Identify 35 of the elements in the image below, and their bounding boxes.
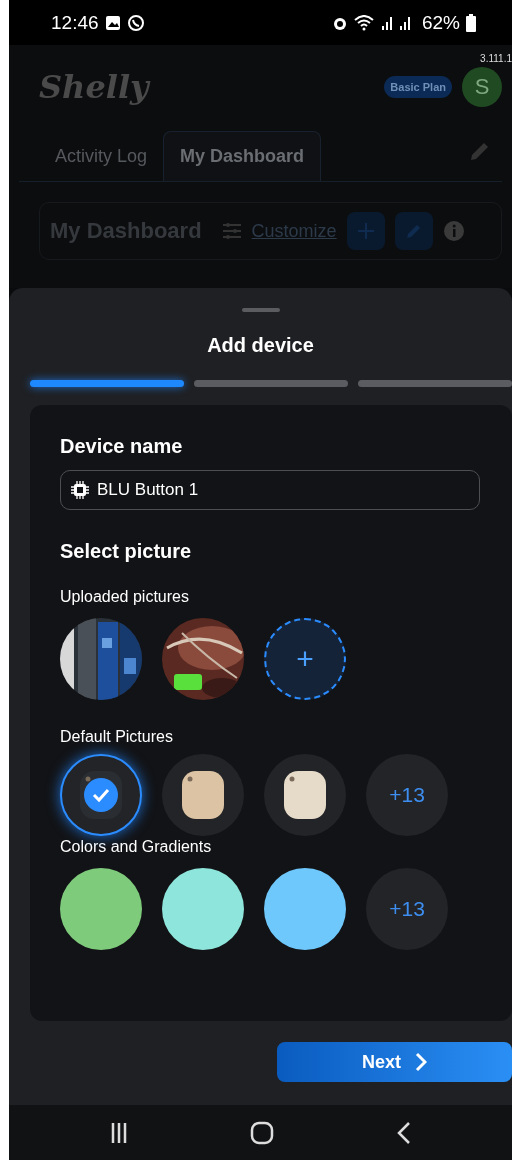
group-label: Default Pictures — [60, 728, 174, 746]
tab[interactable]: Activity Log — [39, 132, 164, 181]
plus-icon — [356, 222, 375, 240]
pencil-icon — [404, 222, 423, 240]
tab[interactable]: My Dashboard — [163, 131, 322, 181]
chevron-right-icon — [415, 1052, 427, 1072]
next-button[interactable]: Next — [277, 1042, 512, 1082]
default-picture-option[interactable] — [60, 754, 142, 836]
drag-handle[interactable] — [242, 308, 280, 312]
home-icon[interactable] — [249, 1120, 274, 1145]
gallery-icon — [104, 14, 121, 31]
app-version: 3.111.1 — [480, 53, 512, 64]
back-icon[interactable] — [396, 1120, 411, 1145]
user-avatar[interactable]: S — [462, 67, 502, 107]
group-label: Uploaded pictures — [60, 588, 190, 606]
clock-time: 12:46 — [51, 11, 99, 34]
wifi-icon — [353, 14, 374, 31]
recent-apps-icon[interactable] — [110, 1121, 127, 1144]
add-picture-button[interactable]: + — [264, 618, 346, 700]
plan-badge[interactable]: Basic Plan — [384, 76, 452, 98]
section-heading: Select picture — [60, 540, 193, 563]
battery-percent: 62% — [421, 11, 460, 34]
chat-icon — [126, 13, 145, 32]
device-name-value: BLU Button 1 — [97, 480, 199, 500]
chip-icon — [71, 481, 89, 499]
sheet-title: Add device — [206, 334, 315, 357]
battery-icon — [466, 13, 476, 32]
more-pictures-button[interactable]: +13 — [366, 754, 448, 836]
section-heading: Device name — [60, 435, 184, 458]
check-icon — [83, 777, 119, 813]
sliders-icon — [221, 222, 242, 240]
app-logo: Shelly — [39, 68, 149, 106]
device-name-field[interactable]: BLU Button 1 — [60, 470, 480, 510]
group-label: Colors and Gradients — [60, 838, 213, 856]
more-colors-button[interactable]: +13 — [366, 868, 448, 950]
